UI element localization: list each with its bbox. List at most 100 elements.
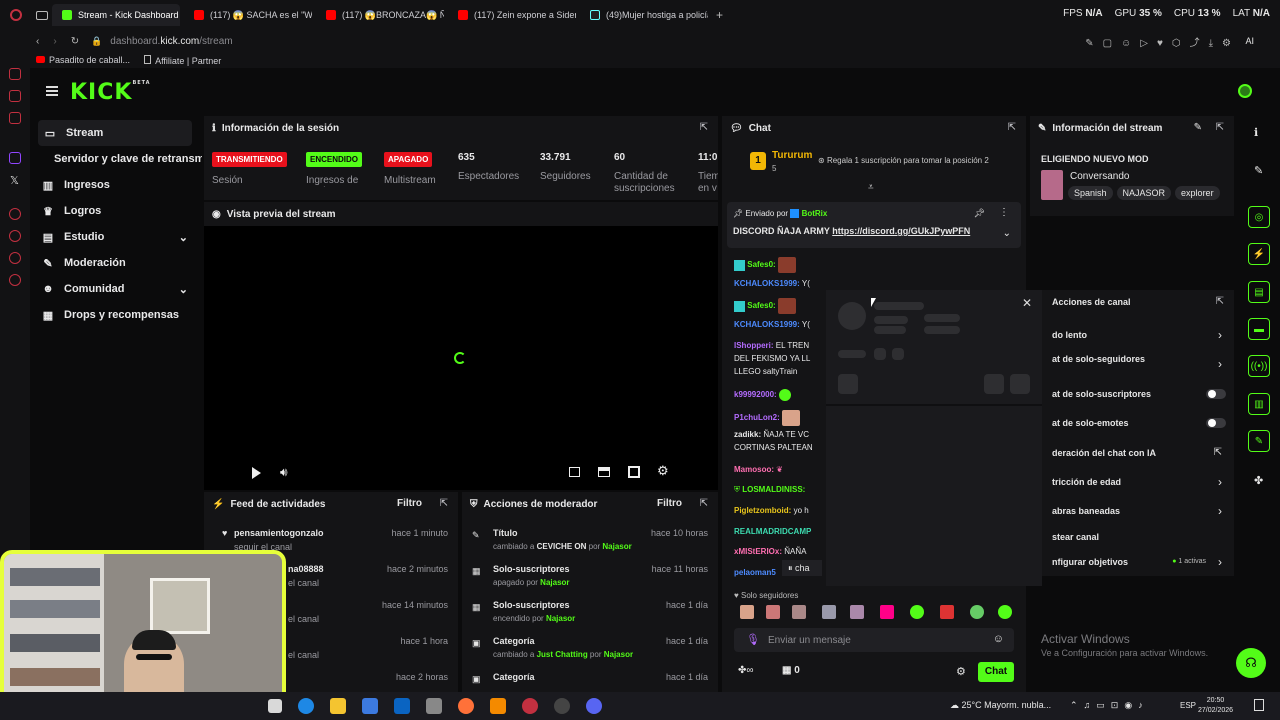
chat-message[interactable]: KCHALOKS1999: Y( [734, 320, 810, 329]
tag[interactable]: NAJASOR [1116, 186, 1172, 200]
chat-message[interactable]: pelaoman5 [734, 568, 776, 577]
chat-send-button[interactable]: Chat [978, 662, 1014, 682]
collapse-icon[interactable]: ⩡ [868, 182, 874, 193]
kick-logo[interactable]: KICKBETA [70, 80, 151, 105]
bolt-widget-icon[interactable]: ⚡ [1248, 243, 1270, 265]
twitch-icon[interactable] [9, 152, 21, 164]
layout-widget-icon[interactable]: ▥ [1248, 393, 1270, 415]
close-icon[interactable]: ✕ [1022, 296, 1032, 310]
gifter-leaderboard[interactable]: 1 [750, 152, 766, 170]
chat-paused-button[interactable]: ⏸ cha [782, 560, 822, 576]
emote-icon[interactable] [910, 605, 924, 619]
expand-icon[interactable]: ⌄ [1003, 228, 1011, 239]
chat-input[interactable]: 🎙︎ Enviar un mensaje ☺ [734, 628, 1014, 652]
settings-gear-icon[interactable]: ⚙ [657, 463, 669, 479]
nav-item-stream[interactable]: ▭ Stream [38, 120, 192, 146]
nav-item-drops[interactable]: ▦ Drops y recompensas [30, 302, 202, 328]
tab-actions-icon[interactable] [36, 10, 48, 20]
nav-item-comunidad[interactable]: ☻ Comunidad ⌄ [30, 276, 202, 302]
chat-message[interactable]: Safes0: [734, 257, 796, 273]
popout-icon[interactable]: ⇱ [1008, 122, 1016, 133]
channel-action-slow-mode[interactable]: do lento [1052, 330, 1087, 340]
tray-icons[interactable]: ⌃♫▭⊡◉♪ [1070, 700, 1149, 711]
channel-action-ai-moderation[interactable]: deración del chat con IA [1052, 448, 1156, 458]
broadcast-widget-icon[interactable]: ((•)) [1248, 355, 1270, 377]
windows-start-icon[interactable] [268, 699, 282, 713]
activity-filter-button[interactable]: Filtro [397, 498, 422, 509]
top-gifter-name[interactable]: Tururum [772, 150, 812, 161]
reload-icon[interactable]: ↻ [71, 36, 79, 47]
nav-item-logros[interactable]: ♛ Logros [30, 198, 202, 224]
gift-counter[interactable]: ▦ 0 [782, 665, 800, 676]
outlook-icon[interactable] [394, 698, 410, 714]
chat-message[interactable]: Pigletzomboid: yo h [734, 506, 809, 515]
channel-points[interactable]: ✤∞ [738, 665, 754, 676]
pinned-link[interactable]: https://discord.gg/GUkJPywPFN [832, 226, 970, 236]
pip-icon[interactable] [598, 467, 610, 477]
info-icon[interactable]: ℹ [1254, 126, 1258, 139]
firefox-icon[interactable] [458, 698, 474, 714]
ai-button[interactable]: AI [1245, 36, 1254, 46]
popout-icon[interactable]: ⇱ [1216, 122, 1224, 133]
tag[interactable]: Spanish [1068, 186, 1113, 200]
sidebar-app-icon[interactable] [9, 208, 21, 220]
camera-widget-icon[interactable]: ◎ [1248, 206, 1270, 228]
clock[interactable]: 20:50 27/02/2026 [1198, 696, 1233, 716]
chat-message[interactable]: Mamosoo: ❦ [734, 465, 783, 474]
sidebar-app-icon[interactable] [9, 68, 21, 80]
list-widget-icon[interactable]: ▤ [1248, 281, 1270, 303]
store-icon[interactable] [362, 698, 378, 714]
edge-icon[interactable] [298, 698, 314, 714]
channel-action-followers-only[interactable]: at de solo-seguidores [1052, 354, 1145, 364]
unpin-icon[interactable]: 📌︎ [974, 208, 985, 219]
channel-action-age-restriction[interactable]: tricción de edad [1052, 477, 1121, 487]
popout-icon[interactable]: ⇱ [1216, 296, 1224, 307]
nav-item-server-key[interactable]: Servidor y clave de retransmisión [30, 146, 202, 172]
wrench-widget-icon[interactable]: ✎ [1248, 430, 1270, 452]
more-icon[interactable]: ⋮ [999, 207, 1009, 218]
new-tab-button[interactable]: + [716, 8, 723, 22]
emotes-only-toggle[interactable] [1206, 418, 1226, 428]
channel-action-goals[interactable]: nfigurar objetivos [1052, 557, 1128, 567]
emote-bar[interactable] [740, 605, 1012, 621]
emote-icon[interactable] [740, 605, 754, 619]
channel-action-banned-words[interactable]: abras baneadas [1052, 506, 1120, 516]
play-icon[interactable] [252, 467, 261, 479]
edit-icon[interactable]: ✎ [1254, 164, 1263, 177]
channel-action-host[interactable]: stear canal [1052, 532, 1099, 542]
chat-message[interactable]: KCHALOKS1999: Y( [734, 279, 810, 288]
chat-message[interactable]: P1chuLon2: [734, 410, 801, 426]
channel-action-emotes-only[interactable]: at de solo-emotes [1052, 418, 1129, 428]
nav-item-ingresos[interactable]: ▥ Ingresos [30, 172, 202, 198]
opera-icon[interactable] [522, 698, 538, 714]
fullscreen-icon[interactable] [628, 466, 640, 478]
emote-icon[interactable] [792, 605, 806, 619]
support-chat-icon[interactable]: ☊ [1236, 648, 1266, 678]
emote-icon[interactable] [970, 605, 984, 619]
channel-action-subs-only[interactable]: at de solo-suscriptores [1052, 389, 1151, 399]
chat-message[interactable]: xMIStERIOx: ÑAÑA [734, 547, 806, 556]
chat-message[interactable]: ⛨ LOSMALDINISS: [734, 485, 805, 495]
bookmark-item[interactable]: Affiliate | Partner [144, 54, 221, 66]
weather-widget[interactable]: ☁ 25°C Mayorm. nubla... [950, 700, 1051, 711]
language-indicator[interactable]: ESP [1180, 701, 1196, 710]
emote-icon[interactable] [850, 605, 864, 619]
sidebar-app-icon[interactable] [9, 112, 21, 124]
gift-sub-prompt[interactable]: ⊛ Regala 1 suscripción para tomar la pos… [818, 156, 989, 165]
chat-settings-icon[interactable]: ⚙ [956, 665, 966, 678]
edit-icon[interactable]: ✎ [1194, 122, 1202, 133]
browser-extension-icons[interactable]: ✎▢☺▷♥⬡⤴⤓⚙ [1085, 34, 1240, 49]
vlc-icon[interactable] [490, 698, 506, 714]
chat-widget-icon[interactable]: ▬ [1248, 318, 1270, 340]
volume-icon[interactable]: 🔊︎ [280, 465, 288, 480]
obs-icon[interactable] [554, 698, 570, 714]
sidebar-app-icon[interactable] [9, 252, 21, 264]
tab-kick-dashboard[interactable]: Stream - Kick Dashboard [52, 4, 180, 26]
popout-icon[interactable]: ⇱ [700, 498, 708, 509]
tab-youtube-3[interactable]: (117) Zein expone a Sidera [448, 4, 576, 26]
user-avatar[interactable] [1238, 84, 1252, 98]
emote-icon[interactable] [880, 605, 894, 619]
tag[interactable]: explorer [1175, 186, 1220, 200]
chat-message[interactable]: lShopperi: EL TREN [734, 341, 809, 350]
mod-filter-button[interactable]: Filtro [657, 498, 682, 509]
